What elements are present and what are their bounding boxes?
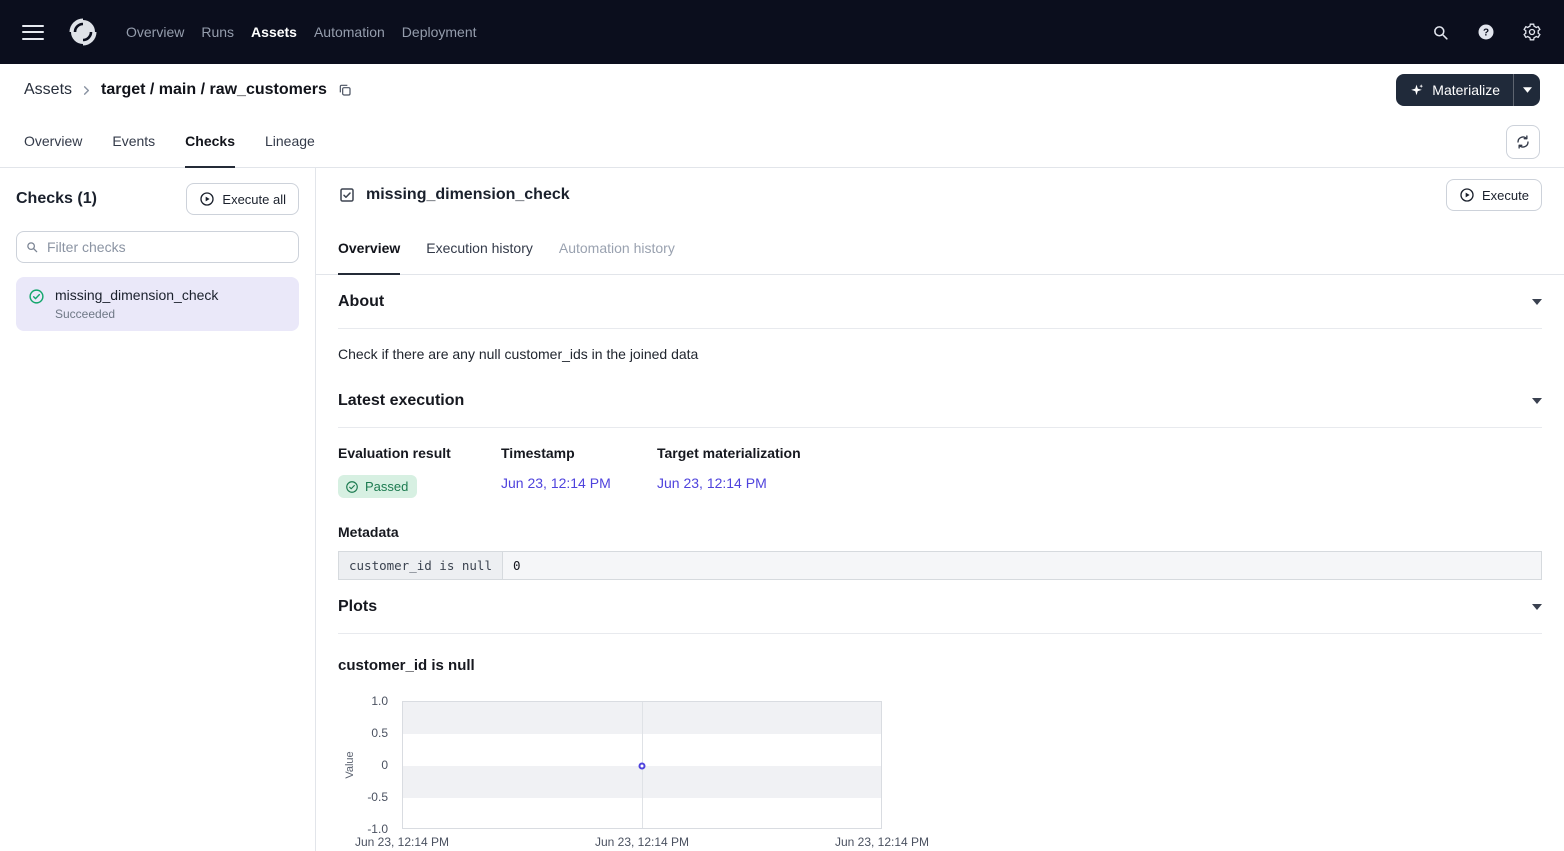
collapse-caret-icon[interactable] <box>1532 604 1542 610</box>
asset-check-icon <box>338 186 356 204</box>
tab-overview[interactable]: Overview <box>24 116 82 168</box>
data-point <box>639 763 646 770</box>
dagster-logo-icon[interactable] <box>66 15 100 49</box>
materialize-button[interactable]: Materialize <box>1396 74 1513 106</box>
detail-tab-execution-history[interactable]: Execution history <box>426 222 533 275</box>
execute-all-button[interactable]: Execute all <box>186 183 299 215</box>
checks-panel-title: Checks (1) <box>16 190 97 208</box>
copy-icon[interactable] <box>337 82 353 98</box>
column-evaluation-result: Evaluation result <box>338 445 501 461</box>
collapse-caret-icon[interactable] <box>1532 299 1542 305</box>
sparkle-icon <box>1409 83 1424 98</box>
breadcrumb-row: Assets target / main / raw_customers Mat… <box>0 64 1564 116</box>
plots-heading: Plots <box>338 598 377 616</box>
plot-chart: Value 1.0 0.5 0 -0.5 -1.0 Jun 23, 12:14 … <box>338 701 898 851</box>
check-success-icon <box>28 288 45 305</box>
refresh-button[interactable] <box>1506 125 1540 159</box>
nav-item-deployment[interactable]: Deployment <box>402 18 477 46</box>
timestamp-link[interactable]: Jun 23, 12:14 PM <box>501 475 657 491</box>
status-badge: Passed <box>338 475 417 498</box>
check-detail-title: missing_dimension_check <box>366 186 570 204</box>
top-nav: Overview Runs Assets Automation Deployme… <box>0 0 1564 64</box>
check-list-item[interactable]: missing_dimension_check Succeeded <box>16 277 299 331</box>
checks-sidebar: Checks (1) Execute all missing_dimension… <box>0 168 316 851</box>
check-item-name: missing_dimension_check <box>55 287 218 303</box>
about-description: Check if there are any null customer_ids… <box>338 329 1542 374</box>
play-circle-icon <box>1459 187 1475 203</box>
collapse-caret-icon[interactable] <box>1532 398 1542 404</box>
detail-tab-overview[interactable]: Overview <box>338 222 400 275</box>
top-nav-links: Overview Runs Assets Automation Deployme… <box>126 18 477 46</box>
detail-tab-automation-history: Automation history <box>559 222 675 275</box>
check-circle-icon <box>345 480 359 494</box>
check-detail-panel: missing_dimension_check Execute Overview… <box>316 168 1564 851</box>
check-item-status: Succeeded <box>55 307 218 321</box>
y-tick: -1.0 <box>338 822 388 836</box>
metadata-heading: Metadata <box>338 524 1542 540</box>
menu-icon[interactable] <box>22 25 44 40</box>
tab-lineage[interactable]: Lineage <box>265 116 315 168</box>
breadcrumb-asset-path: target / main / raw_customers <box>101 81 327 99</box>
refresh-icon <box>1515 134 1531 150</box>
check-detail-tabs: Overview Execution history Automation hi… <box>316 222 1564 275</box>
svg-text:?: ? <box>1483 28 1489 39</box>
tab-events[interactable]: Events <box>112 116 155 168</box>
materialize-split-button: Materialize <box>1396 74 1540 106</box>
metadata-row: customer_id is null 0 <box>339 552 1542 580</box>
top-nav-actions: ? <box>1431 22 1542 42</box>
execute-label: Execute <box>1482 188 1529 203</box>
nav-item-automation[interactable]: Automation <box>314 18 385 46</box>
metadata-key: customer_id is null <box>339 552 503 580</box>
status-badge-label: Passed <box>365 479 408 494</box>
search-icon <box>25 240 39 254</box>
y-tick: 1.0 <box>338 694 388 708</box>
materialize-dropdown-button[interactable] <box>1513 74 1540 106</box>
plot-area <box>402 701 882 829</box>
nav-item-assets[interactable]: Assets <box>251 18 297 46</box>
latest-execution-section: Latest execution Evaluation result Times… <box>338 374 1542 580</box>
caret-down-icon <box>1523 87 1532 93</box>
materialize-button-label: Materialize <box>1432 82 1500 98</box>
y-tick: 0.5 <box>338 726 388 740</box>
nav-item-overview[interactable]: Overview <box>126 18 184 46</box>
nav-item-runs[interactable]: Runs <box>201 18 234 46</box>
y-tick: -0.5 <box>338 790 388 804</box>
y-tick: 0 <box>338 758 388 772</box>
filter-checks-input[interactable] <box>16 231 299 263</box>
asset-tabs: Overview Events Checks Lineage <box>0 116 1564 168</box>
about-heading: About <box>338 293 384 311</box>
execute-all-label: Execute all <box>222 192 286 207</box>
latest-execution-heading: Latest execution <box>338 392 464 410</box>
play-circle-icon <box>199 191 215 207</box>
about-section: About Check if there are any null custom… <box>338 275 1542 374</box>
x-tick: Jun 23, 12:14 PM <box>572 835 712 849</box>
x-tick: Jun 23, 12:14 PM <box>332 835 472 849</box>
tab-checks[interactable]: Checks <box>185 116 235 168</box>
plots-section: Plots customer_id is null Value 1.0 0.5 … <box>338 580 1542 851</box>
x-tick: Jun 23, 12:14 PM <box>812 835 952 849</box>
search-icon[interactable] <box>1431 23 1450 42</box>
settings-gear-icon[interactable] <box>1522 22 1542 42</box>
column-timestamp: Timestamp <box>501 445 657 461</box>
column-target-materialization: Target materialization <box>657 445 1542 461</box>
metadata-table: customer_id is null 0 <box>338 551 1542 580</box>
chart-title: customer_id is null <box>338 657 1542 674</box>
chevron-right-icon <box>81 85 92 96</box>
breadcrumb-assets-link[interactable]: Assets <box>24 81 72 99</box>
execute-button[interactable]: Execute <box>1446 179 1542 211</box>
metadata-value: 0 <box>503 552 1542 580</box>
content: Checks (1) Execute all missing_dimension… <box>0 168 1564 851</box>
target-materialization-link[interactable]: Jun 23, 12:14 PM <box>657 475 1542 491</box>
help-icon[interactable]: ? <box>1476 22 1496 42</box>
